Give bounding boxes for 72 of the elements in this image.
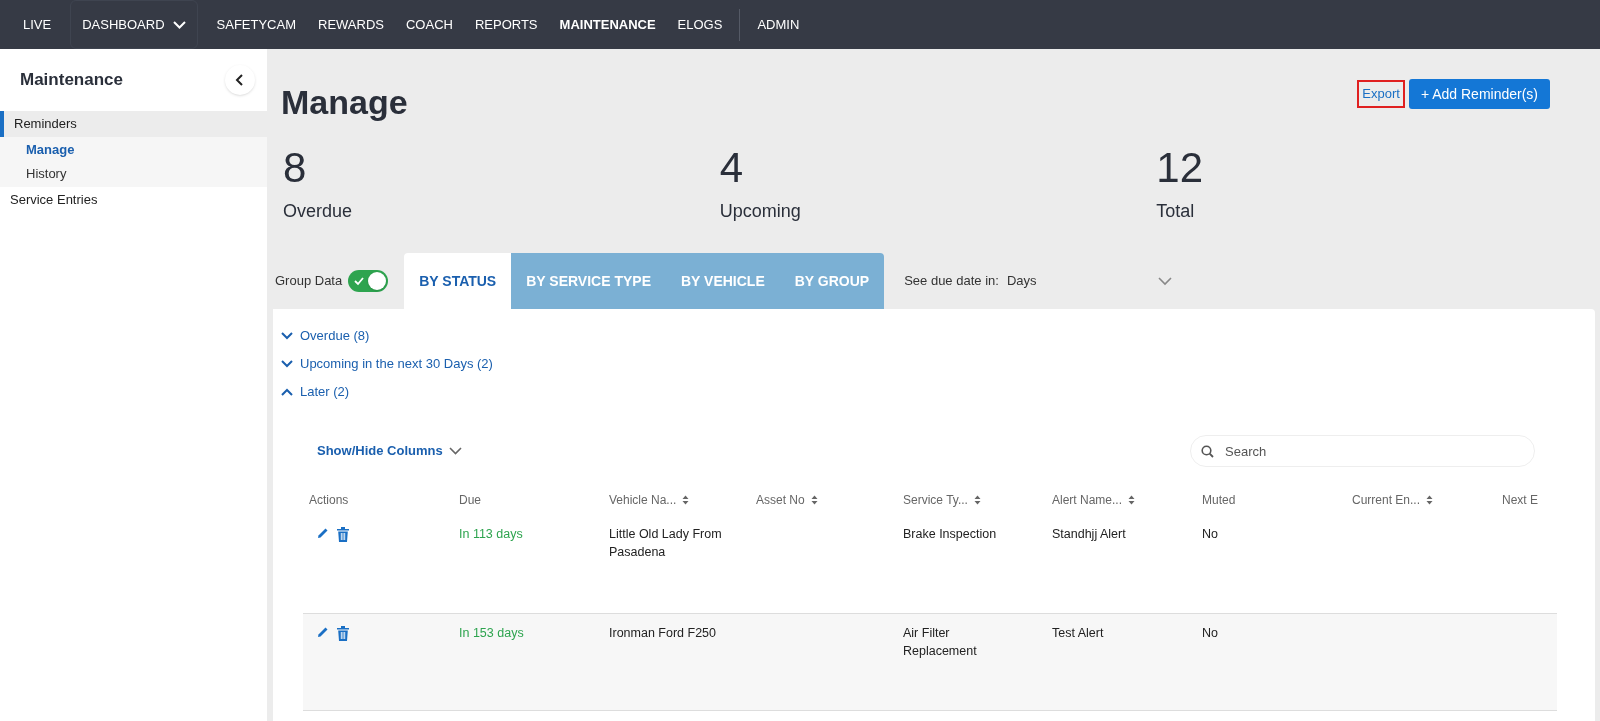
group-toggle-link[interactable]: Later (2) [281,383,1595,401]
sidebar-item[interactable]: Service Entries [0,187,267,213]
chevron-left-icon [235,74,245,86]
group-toggle-link[interactable]: Upcoming in the next 30 Days (2) [281,355,1595,373]
sidebar-subitem[interactable]: Manage [0,138,267,162]
stat-label: Upcoming [719,200,801,223]
sort-icon [1128,495,1136,505]
sort-icon [973,495,981,505]
chevron-down-icon [1157,276,1172,286]
nav-link[interactable]: MAINTENANCE [548,0,667,49]
due-date-label: See due date in: [904,272,999,291]
chevron-down-icon [448,447,462,455]
export-link[interactable]: Export [1357,80,1405,108]
nav-link[interactable]: COACH [395,0,464,49]
column-header[interactable]: Service Ty... [903,491,1052,509]
table-cell-text: Little Old Lady From Pasadena [609,526,723,561]
show-hide-columns-button[interactable]: Show/Hide Columns [317,441,462,461]
chevron-down-icon [281,332,293,340]
nav-link[interactable]: SAFETYCAM [205,0,307,49]
stat-label: Overdue [283,200,353,223]
due-cell-text: In 113 days [459,526,524,543]
stat-label: Total [1156,200,1195,223]
nav-link[interactable]: ELOGS [666,0,734,49]
table-cell-text: No [1202,625,1219,642]
column-header: Next E [1502,492,1539,509]
page-title: Manage [281,82,408,123]
table-cell-text: Brake Inspection [903,526,998,543]
pencil-icon[interactable] [317,626,329,638]
table-cell-text: Test Alert [1052,625,1105,642]
table-cell-text: Ironman Ford F250 [609,625,717,642]
column-header: Actions [309,492,350,509]
sidebar-title: Maintenance [20,69,123,92]
table-cell-text: No [1202,526,1219,543]
table-cell-text: Air Filter Replacement [903,625,978,660]
group-data-label: Group Data [275,272,343,291]
sidebar-item[interactable]: Reminders [0,111,267,137]
sort-icon [1426,495,1434,505]
table-row[interactable]: In 153 days Ironman Ford F250 Air Filter Replacement Test Alert No [303,613,1557,711]
nav-link[interactable]: REPORTS [463,0,549,49]
table-cell-text: Standhjj Alert [1052,526,1127,543]
column-header[interactable]: Current En... [1352,491,1502,509]
chevron-down-icon [172,20,186,29]
group-toggle-link[interactable]: Overdue (8) [281,327,1595,345]
column-header[interactable]: Asset No [756,491,903,509]
checkmark-icon [354,276,365,286]
trash-icon[interactable] [337,527,349,542]
column-header: Due [459,492,482,509]
nav-link[interactable]: LIVE [12,0,63,49]
stat-value: 12 [1156,143,1204,193]
chevron-down-icon [281,360,293,368]
pencil-icon[interactable] [317,527,329,539]
sort-icon [810,495,818,505]
column-header: Muted [1202,492,1237,509]
stat-value: 8 [283,143,307,193]
nav-link[interactable]: REWARDS [307,0,395,49]
collapse-button[interactable] [225,65,255,95]
sidebar-subitem[interactable]: History [0,162,267,186]
group-data-toggle[interactable] [348,270,389,292]
search-field[interactable]: Search [1190,435,1535,467]
table-row[interactable]: In 113 days Little Old Lady From Pasadena Brake Inspection Standhjj Alert No [303,515,1557,613]
sort-icon [682,495,690,505]
column-header[interactable]: Alert Name... [1052,491,1202,509]
trash-icon[interactable] [337,626,349,641]
search-icon [1201,445,1214,458]
due-date-select[interactable]: Days [1006,271,1172,291]
chevron-up-icon [281,388,293,396]
add-reminder-button[interactable]: + Add Reminder(s) [1408,79,1550,109]
due-cell-text: In 153 days [459,625,525,642]
stat-value: 4 [719,143,743,193]
column-header[interactable]: Vehicle Na... [609,491,756,509]
tab[interactable]: BY STATUS [404,253,512,309]
nav-link[interactable]: ADMIN [746,0,811,49]
